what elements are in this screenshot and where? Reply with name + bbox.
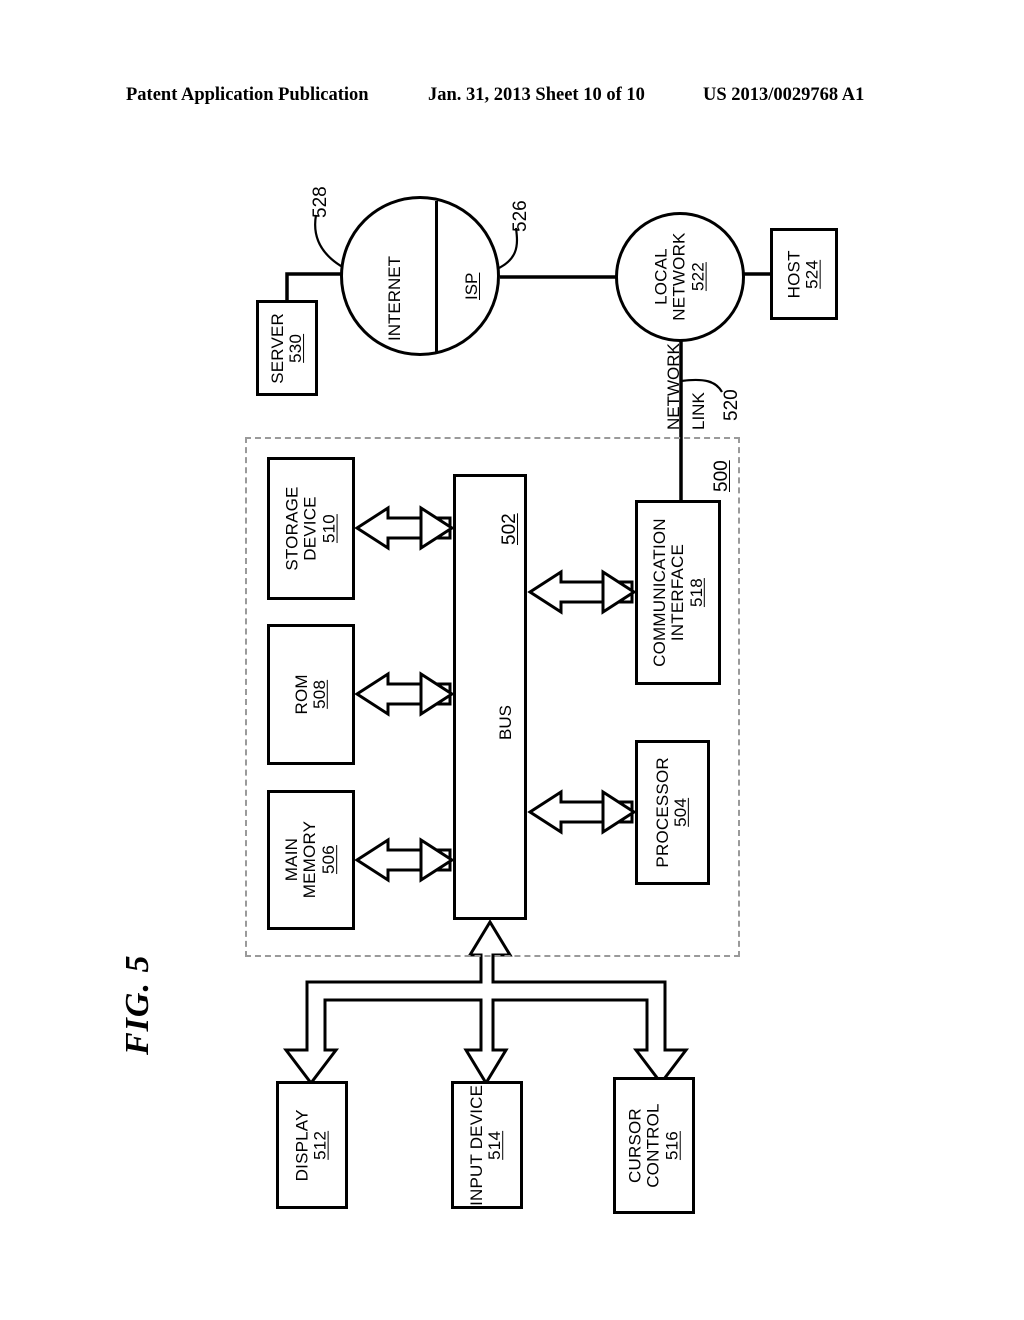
cursor-control-box: CURSOR CONTROL 516 — [613, 1077, 695, 1214]
input-device-box: INPUT DEVICE 514 — [451, 1081, 523, 1209]
internet-ref-528: 528 — [310, 186, 331, 218]
local-network-label-2: NETWORK — [669, 232, 689, 322]
local-network-text: LOCAL NETWORK 522 — [615, 212, 745, 342]
processor-box: PROCESSOR 504 — [635, 740, 710, 885]
input-device-label: INPUT DEVICE — [467, 1084, 487, 1206]
cursor-control-ref-516: 516 — [662, 1131, 682, 1160]
processor-text: PROCESSOR 504 — [638, 743, 707, 882]
host-ref-524: 524 — [803, 259, 822, 289]
communication-interface-box: COMMUNICATION INTERFACE 518 — [635, 500, 721, 685]
bus-label: BUS — [496, 705, 515, 740]
server-text: SERVER 530 — [259, 303, 315, 393]
main-memory-box: MAIN MEMORY 506 — [267, 790, 355, 930]
server-ref-530: 530 — [286, 333, 305, 363]
display-box: DISPLAY 512 — [276, 1081, 348, 1209]
storage-device-ref-510: 510 — [319, 514, 339, 543]
cursor-control-label-2: CONTROL — [643, 1103, 663, 1188]
main-memory-label-1: MAIN — [282, 838, 302, 882]
processor-ref-504: 504 — [671, 798, 691, 827]
communication-interface-label-1: COMMUNICATION — [649, 518, 669, 667]
server-box: SERVER 530 — [256, 300, 318, 396]
bus-ref-502: 502 — [499, 513, 520, 545]
isp-label: ISP — [462, 272, 481, 300]
display-label: DISPLAY — [292, 1109, 312, 1181]
internet-label: INTERNET — [385, 256, 404, 341]
isp-ref-526: 526 — [510, 200, 531, 232]
network-link-ref-520: 520 — [721, 389, 742, 421]
local-network-ref-522: 522 — [688, 262, 708, 292]
figure-label: FIG. 5 — [119, 954, 156, 1055]
communication-interface-text: COMMUNICATION INTERFACE 518 — [638, 503, 718, 682]
processor-label: PROCESSOR — [653, 757, 673, 868]
internet-isp-divider — [435, 201, 438, 353]
communication-interface-label-2: INTERFACE — [667, 543, 687, 642]
local-network-label-1: LOCAL — [651, 248, 671, 306]
rom-ref-508: 508 — [309, 680, 329, 709]
display-text: DISPLAY 512 — [279, 1084, 345, 1206]
host-text: HOST 524 — [773, 231, 835, 317]
main-memory-label-2: MEMORY — [300, 821, 320, 899]
rom-text: ROM 508 — [270, 627, 352, 762]
communication-interface-ref-518: 518 — [686, 578, 706, 607]
storage-device-label-1: STORAGE — [282, 486, 302, 571]
network-link-label-2: LINK — [689, 392, 708, 430]
host-box: HOST 524 — [770, 228, 838, 320]
display-ref-512: 512 — [311, 1130, 331, 1160]
rom-box: ROM 508 — [267, 624, 355, 765]
network-link-label-1: NETWORK — [664, 343, 683, 430]
storage-device-text: STORAGE DEVICE 510 — [270, 460, 352, 597]
input-device-text: INPUT DEVICE 514 — [454, 1084, 520, 1206]
rom-label: ROM — [291, 674, 311, 715]
storage-device-label-2: DEVICE — [300, 496, 320, 561]
main-memory-text: MAIN MEMORY 506 — [270, 793, 352, 927]
main-memory-ref-506: 506 — [319, 845, 339, 875]
server-label: SERVER — [267, 312, 287, 384]
storage-device-box: STORAGE DEVICE 510 — [267, 457, 355, 600]
computer-system-ref-500: 500 — [711, 460, 732, 492]
cursor-control-label-1: CURSOR — [625, 1108, 645, 1183]
host-label: HOST — [784, 249, 804, 299]
patent-figure-page: Patent Application Publication Jan. 31, … — [0, 0, 1024, 1320]
input-device-ref-514: 514 — [486, 1130, 505, 1160]
cursor-control-text: CURSOR CONTROL 516 — [616, 1080, 692, 1211]
